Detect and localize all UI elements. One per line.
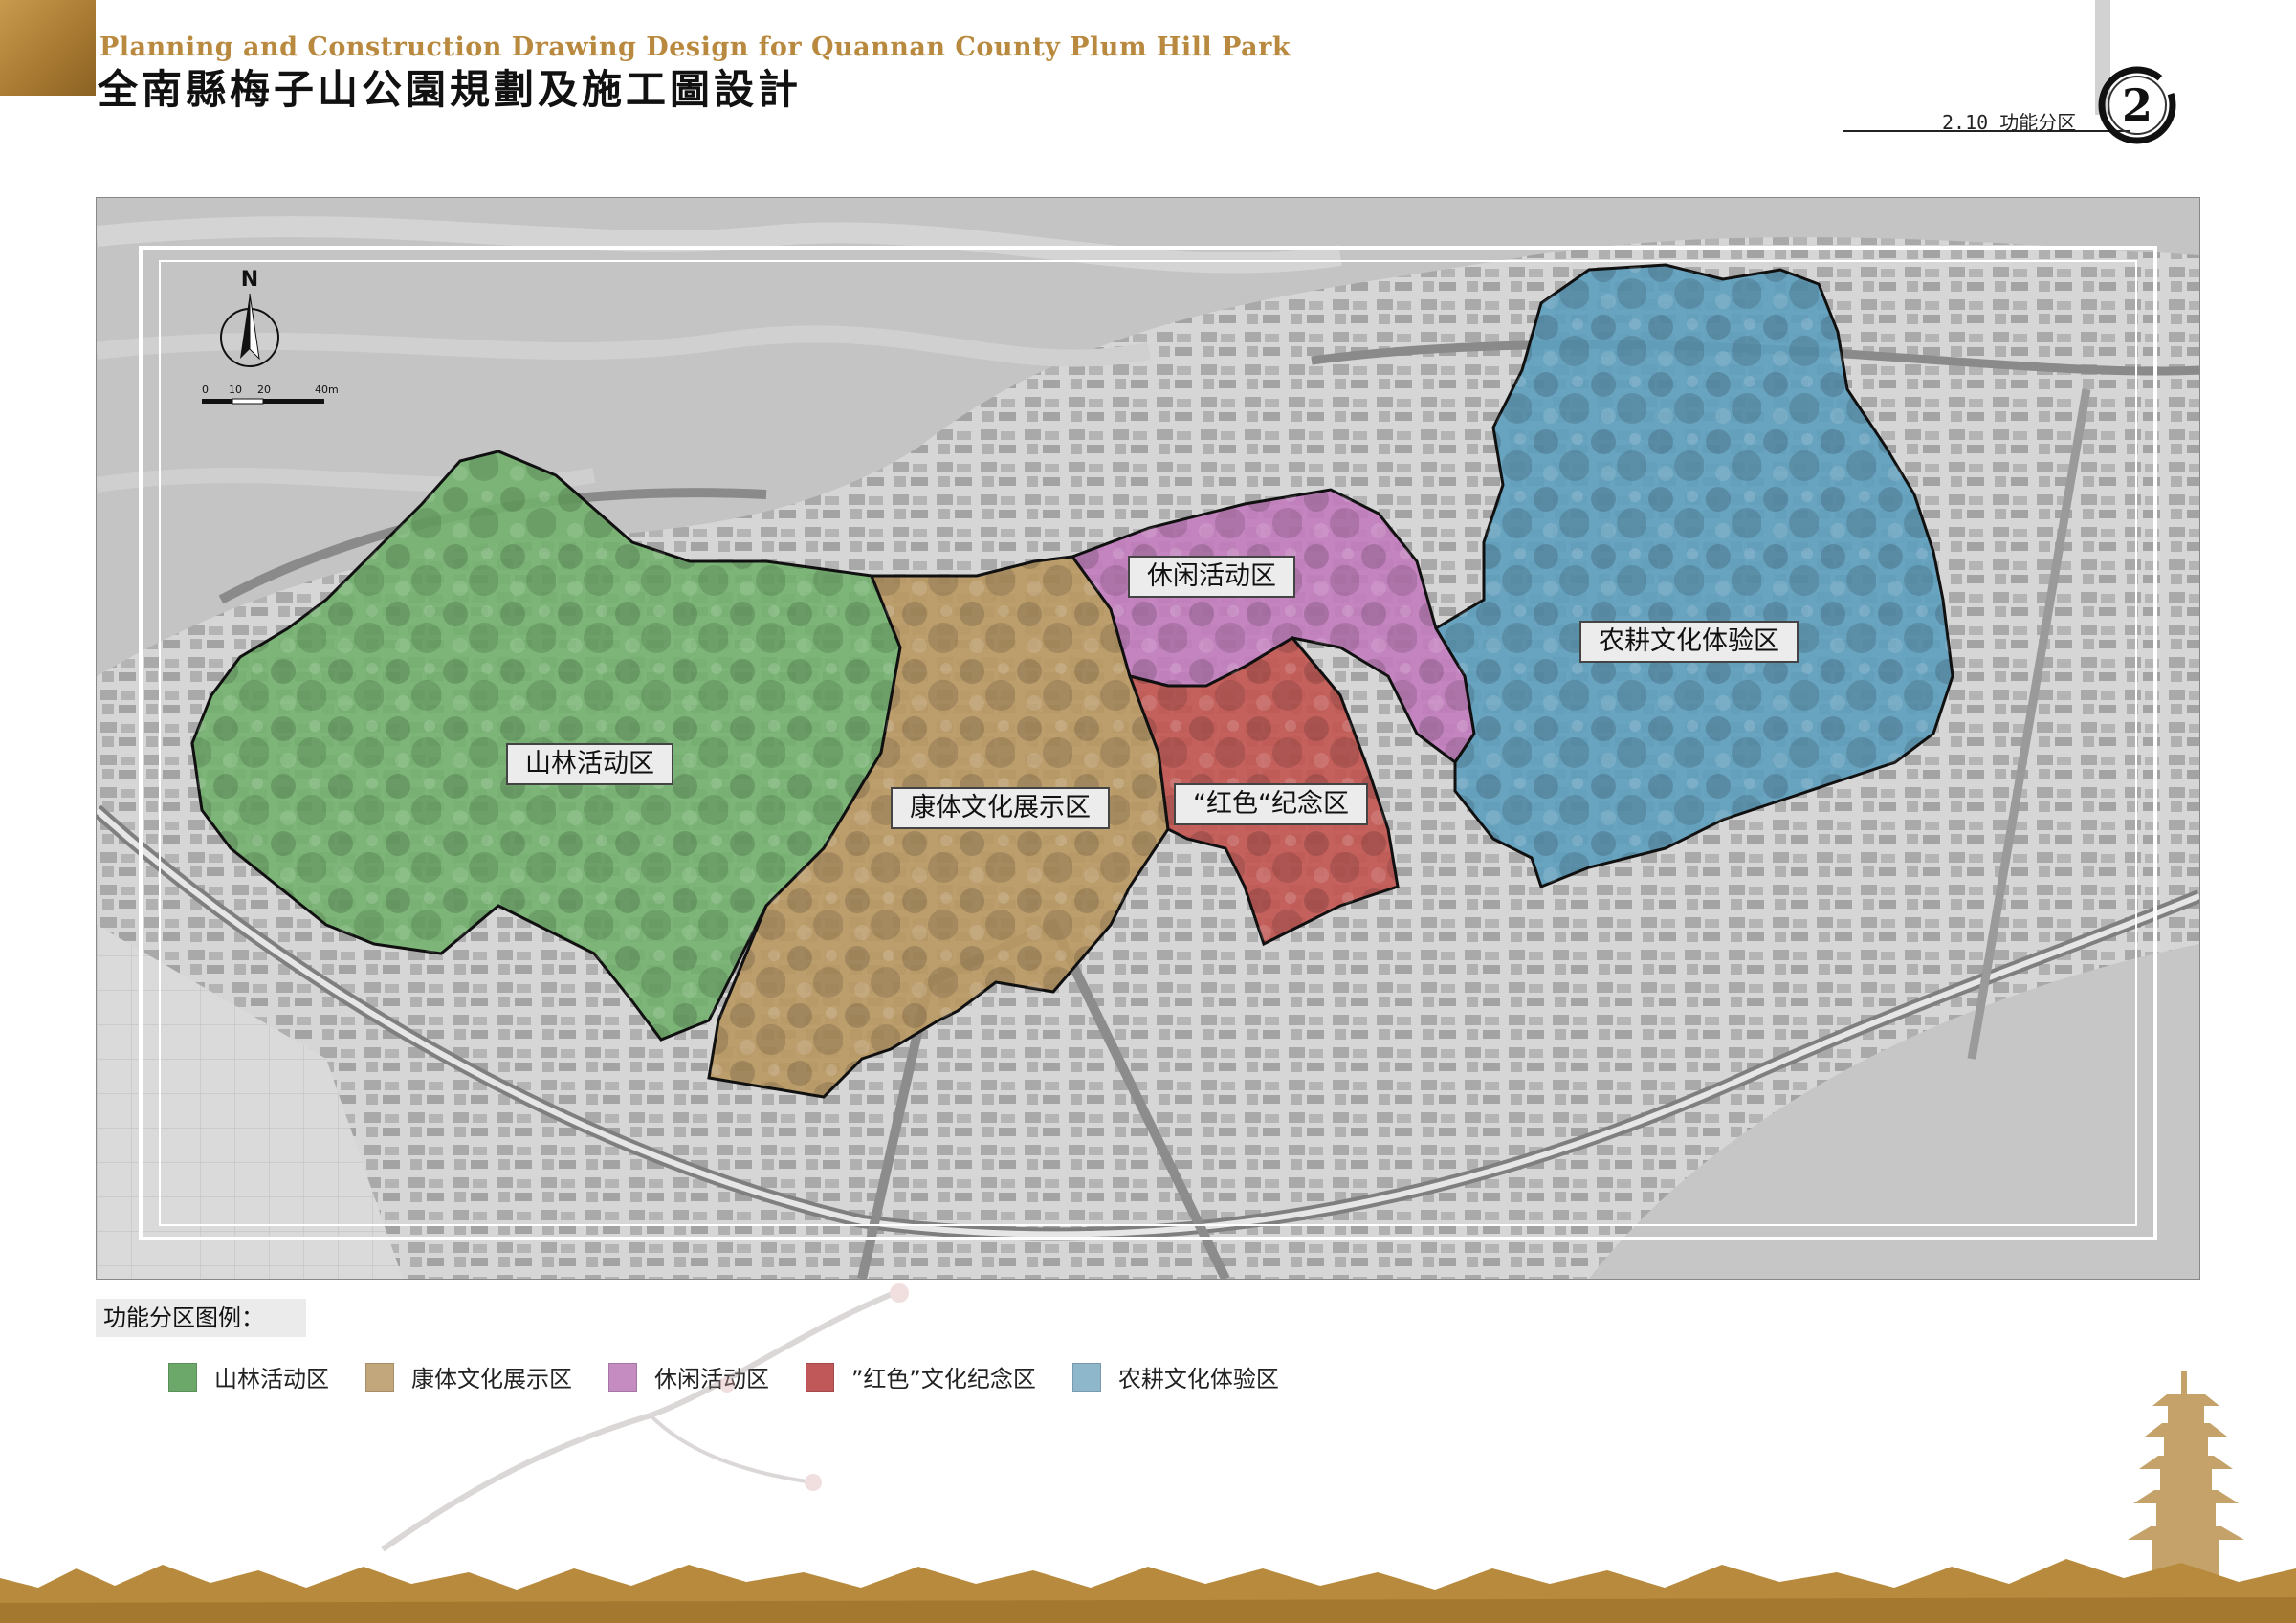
page-number-badge: 2 bbox=[2098, 66, 2176, 144]
svg-text:40m: 40m bbox=[315, 384, 339, 396]
zone-label-leisure: 休闲活动区 bbox=[1128, 556, 1295, 598]
legend-swatch bbox=[168, 1362, 197, 1392]
zone-label-sports-culture: 康体文化展示区 bbox=[891, 787, 1110, 829]
zone-label-red-memorial: “红色“纪念区 bbox=[1174, 783, 1368, 825]
north-label: N bbox=[241, 268, 258, 292]
svg-text:10: 10 bbox=[229, 384, 242, 396]
zone-label-forest: 山林活动区 bbox=[506, 743, 673, 785]
plum-branch-decoration bbox=[381, 1283, 909, 1552]
legend-item-forest: 山林活动区 bbox=[168, 1360, 329, 1393]
legend-swatch bbox=[1071, 1362, 1101, 1392]
svg-text:20: 20 bbox=[257, 384, 271, 396]
page-number: 2 bbox=[2122, 79, 2152, 131]
title-chinese: 全南縣梅子山公園規劃及施工圖設計 bbox=[98, 66, 803, 113]
site-plan-map: N 0 10 20 40m 山林活动区 康体文化展示区 休闲活动区 “红色“纪念… bbox=[96, 197, 2200, 1280]
svg-text:0: 0 bbox=[202, 384, 209, 396]
map-canvas: N 0 10 20 40m bbox=[97, 198, 2199, 1279]
legend-item-farming: 农耕文化体验区 bbox=[1071, 1360, 1279, 1393]
zone-label-farming: 农耕文化体验区 bbox=[1579, 621, 1799, 663]
legend-title: 功能分区图例： bbox=[96, 1299, 306, 1337]
corner-decoration bbox=[0, 0, 96, 96]
section-underline bbox=[1843, 130, 2130, 132]
footer-grass-band bbox=[0, 1559, 2296, 1623]
